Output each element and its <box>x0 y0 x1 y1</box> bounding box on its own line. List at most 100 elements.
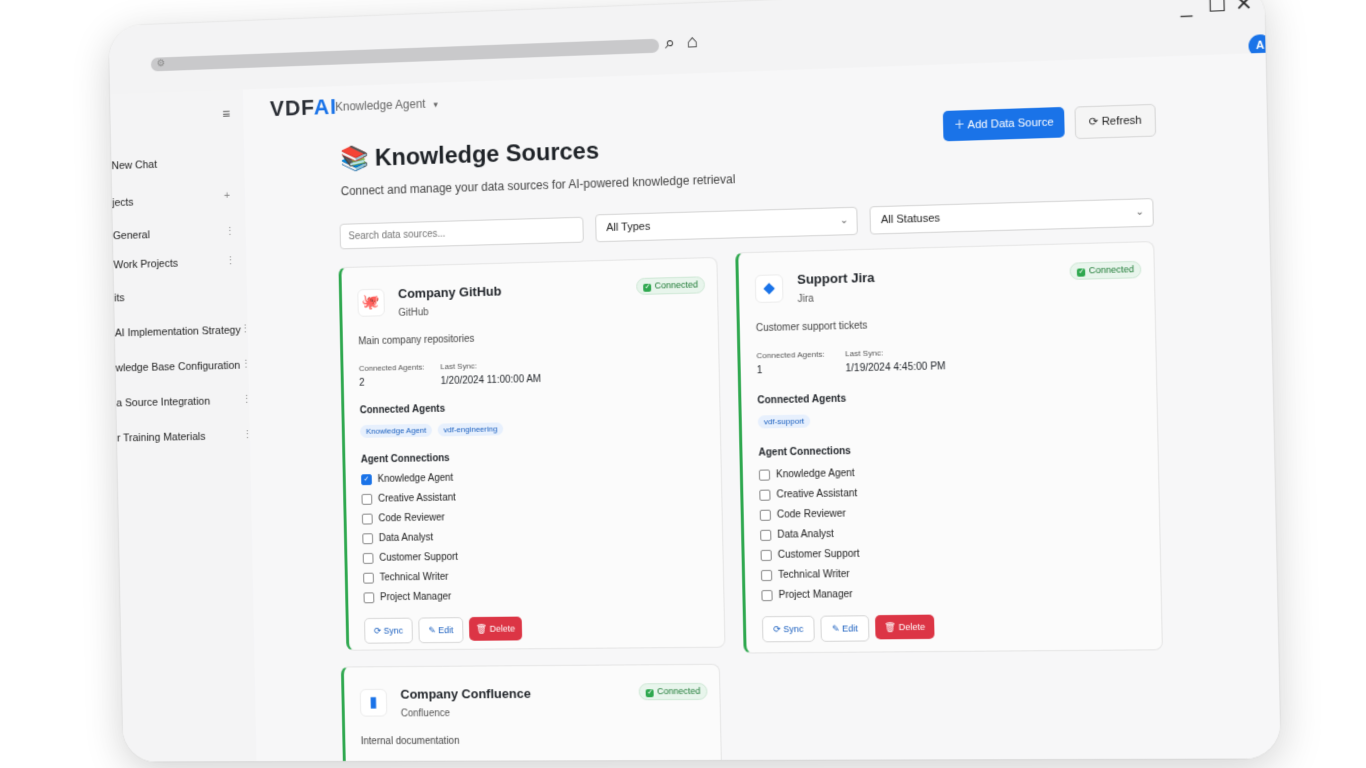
sync-icon: ⟳ <box>773 624 784 635</box>
books-icon: 📚 <box>339 145 370 173</box>
checkbox[interactable] <box>361 513 373 525</box>
delete-button[interactable]: 🗑 Delete <box>875 614 935 640</box>
agent-checkbox-row[interactable]: Customer Support <box>362 552 458 564</box>
logo: VDFAI <box>269 94 338 121</box>
main-content: VDFAI Knowledge Agent ▾ 📚 Knowledge Source… <box>242 52 1281 762</box>
sidebar: ≡ New Chat jects + General ⋮ Work Projec… <box>110 89 258 762</box>
source-type: Confluence <box>400 708 451 720</box>
source-description: Internal documentation <box>360 735 460 748</box>
agent-checkbox-row[interactable]: Creative Assistant <box>361 493 456 505</box>
connected-agents-count: 2 <box>359 377 365 389</box>
sidebar-item-general[interactable]: General <box>113 229 150 242</box>
projects-label: jects <box>112 196 134 210</box>
agent-checkbox-row[interactable]: Code Reviewer <box>361 512 445 525</box>
delete-button[interactable]: 🗑 Delete <box>468 616 523 641</box>
source-description: Main company repositories <box>358 333 475 348</box>
refresh-icon: ⟳ <box>1088 115 1102 129</box>
home-icon[interactable]: ⌂ <box>687 31 698 51</box>
source-name: Company GitHub <box>397 283 502 302</box>
agent-selector[interactable]: Knowledge Agent ▾ <box>335 96 438 114</box>
sidebar-item-work-projects[interactable]: Work Projects <box>113 258 178 271</box>
search-icon[interactable]: ⌕ <box>665 32 675 52</box>
agent-tag: vdf-support <box>757 414 811 429</box>
sync-icon: ⟳ <box>373 625 384 636</box>
check-icon: ✓ <box>646 689 655 698</box>
trash-icon: 🗑 <box>475 623 490 634</box>
agent-checkbox-row[interactable]: Code Reviewer <box>759 509 846 521</box>
plus-icon: ＋ <box>953 119 968 132</box>
confluence-icon: ▮ <box>359 688 388 717</box>
site-settings-icon[interactable]: ⚙ <box>157 57 166 71</box>
sync-button[interactable]: ⟳ Sync <box>761 615 815 643</box>
agent-checkbox-row[interactable]: Project Manager <box>363 592 451 604</box>
new-chat-button[interactable]: New Chat <box>111 159 157 172</box>
address-bar[interactable]: ⚙ <box>150 38 660 72</box>
more-icon[interactable]: ⋮ <box>225 254 236 267</box>
agent-checkbox-row[interactable]: Data Analyst <box>760 529 834 541</box>
agent-checkbox-row[interactable]: ✓ Knowledge Agent <box>361 473 453 486</box>
add-data-source-button[interactable]: ＋ Add Data Source <box>942 106 1065 142</box>
sidebar-chat-item[interactable]: r Training Materials <box>117 431 206 444</box>
checkbox[interactable] <box>761 590 773 602</box>
checkbox[interactable] <box>760 569 773 582</box>
checkbox[interactable] <box>361 493 373 505</box>
search-input[interactable] <box>339 216 584 250</box>
agent-checkbox-row[interactable]: Project Manager <box>761 589 853 602</box>
agent-checkbox-row[interactable]: Knowledge Agent <box>758 468 855 481</box>
agent-checkbox-row[interactable]: Data Analyst <box>362 532 433 545</box>
sidebar-chat-item[interactable]: AI Implementation Strategy <box>115 325 241 340</box>
edit-button[interactable]: ✎ Edit <box>418 617 464 644</box>
connected-agents-title: Connected Agents <box>757 393 847 407</box>
last-sync-value: 1/20/2024 11:00:00 AM <box>440 373 542 387</box>
sidebar-chat-item[interactable]: a Source Integration <box>116 396 210 410</box>
minimize-icon[interactable]: _ <box>1180 0 1192 18</box>
trash-icon: 🗑 <box>884 622 899 633</box>
status-badge: ✓ Connected <box>636 276 706 296</box>
close-icon[interactable]: ✕ <box>1235 0 1253 16</box>
check-icon: ✓ <box>1077 268 1086 277</box>
edit-button[interactable]: ✎ Edit <box>820 615 870 642</box>
pencil-icon: ✎ <box>428 625 439 636</box>
maximize-icon[interactable]: ☐ <box>1208 0 1227 17</box>
agent-checkbox-row[interactable]: Customer Support <box>760 549 860 562</box>
agent-checkbox-row[interactable]: Technical Writer <box>760 569 850 582</box>
agent-checkbox-row[interactable]: Creative Assistant <box>759 488 857 501</box>
refresh-button[interactable]: ⟳ Refresh <box>1074 103 1157 140</box>
checkbox[interactable] <box>760 529 772 541</box>
last-sync-label: Last Sync: <box>440 361 477 372</box>
checkbox[interactable] <box>759 509 771 521</box>
more-icon[interactable]: ⋮ <box>225 225 236 238</box>
add-project-icon[interactable]: + <box>224 190 230 202</box>
pencil-icon: ✎ <box>831 623 843 634</box>
connected-agents-count: 1 <box>756 365 763 377</box>
sync-button[interactable]: ⟳ Sync <box>364 617 413 644</box>
agent-checkbox-row[interactable]: Technical Writer <box>363 572 449 584</box>
check-icon: ✓ <box>643 283 652 292</box>
page-title: 📚 Knowledge Sources <box>339 137 600 173</box>
agent-tag: Knowledge Agent <box>360 423 433 438</box>
type-filter[interactable]: All Types ⌄ <box>595 206 858 243</box>
source-type: Jira <box>797 293 814 306</box>
source-card: ▮ Company Confluence Confluence ✓ Connect… <box>340 663 723 762</box>
checkbox-checked[interactable]: ✓ <box>361 474 372 486</box>
checkbox[interactable] <box>362 552 374 564</box>
jira-icon: ◆ <box>754 274 784 304</box>
checkbox[interactable] <box>362 533 374 545</box>
agent-connections-title: Agent Connections <box>360 453 450 466</box>
sidebar-chat-item[interactable]: wledge Base Configuration <box>115 360 240 374</box>
status-filter[interactable]: All Statuses ⌄ <box>869 198 1154 235</box>
source-type: GitHub <box>398 307 429 319</box>
connected-agents-count-label: Connected Agents: <box>756 349 825 361</box>
checkbox[interactable] <box>363 592 375 604</box>
checkbox[interactable] <box>760 549 772 562</box>
agent-tag: vdf-engineering <box>437 422 504 437</box>
checkbox[interactable] <box>363 572 374 584</box>
caret-down-icon: ▾ <box>433 99 438 110</box>
status-badge: ✓ Connected <box>638 682 708 701</box>
source-description: Customer support tickets <box>755 320 868 335</box>
chats-label: its <box>114 292 125 305</box>
checkbox[interactable] <box>759 489 771 501</box>
hamburger-icon[interactable]: ≡ <box>222 106 230 122</box>
source-card: ◆ Support Jira Jira ✓ Connected Customer … <box>735 240 1163 654</box>
checkbox[interactable] <box>758 469 771 481</box>
